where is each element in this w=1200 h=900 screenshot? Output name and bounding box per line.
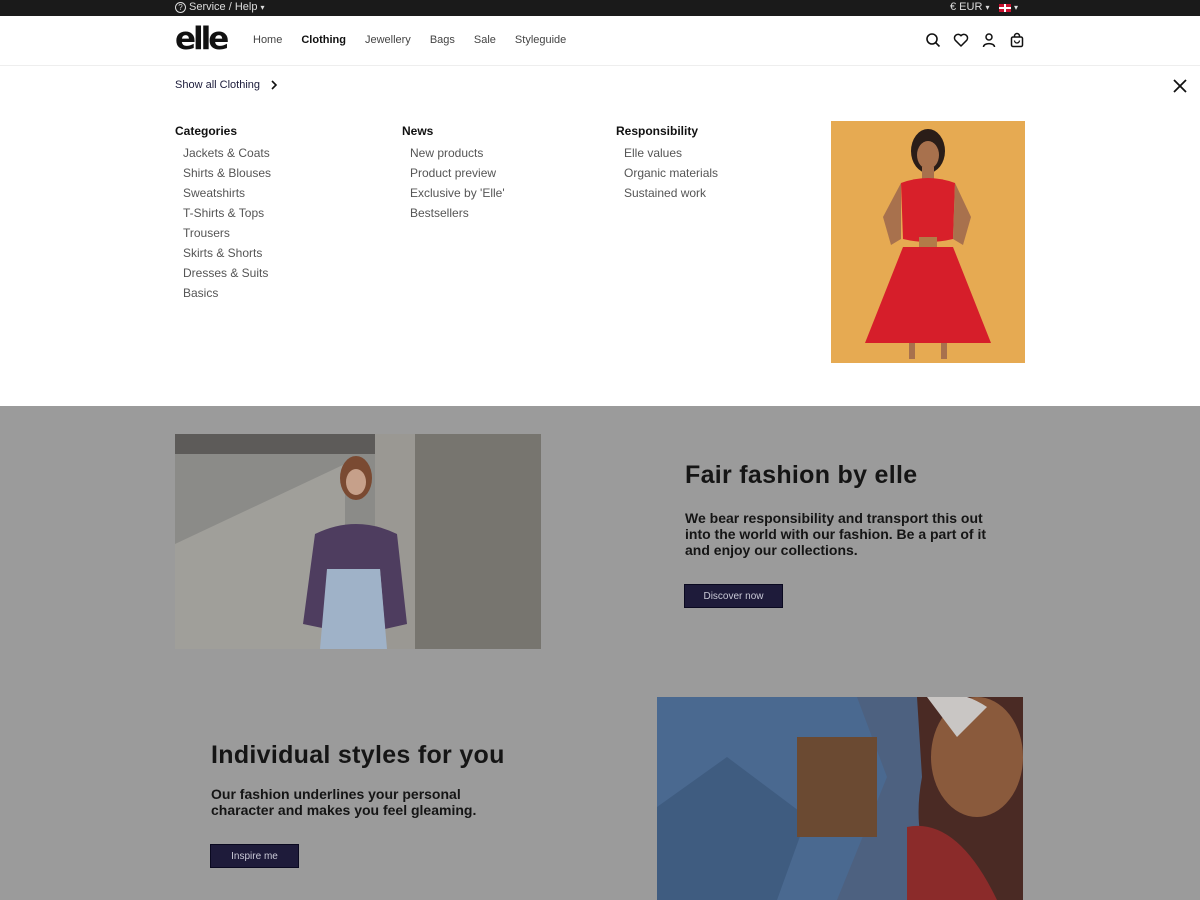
column-title: Responsibility <box>616 124 699 138</box>
menu-item[interactable]: Basics <box>183 285 271 305</box>
news-column: News New products Product preview Exclus… <box>402 124 505 225</box>
heart-icon[interactable] <box>953 32 969 48</box>
menu-item[interactable]: Elle values <box>624 145 718 165</box>
menu-item[interactable]: Trousers <box>183 225 271 245</box>
logo[interactable]: elle <box>175 21 229 57</box>
menu-item[interactable]: New products <box>410 145 505 165</box>
nav-bags[interactable]: Bags <box>430 34 455 46</box>
show-all-clothing-link[interactable]: Show all Clothing <box>175 79 278 91</box>
top-bar: ? Service / Help ▾ € EUR ▾ ▾ <box>0 0 1200 16</box>
chevron-down-icon: ▾ <box>1014 3 1019 12</box>
header-icons <box>925 32 1025 48</box>
help-icon: ? <box>175 1 186 13</box>
responsibility-column: Responsibility Elle values Organic mater… <box>616 124 718 205</box>
menu-item[interactable]: Exclusive by 'Elle' <box>410 185 505 205</box>
menu-item[interactable]: Sustained work <box>624 185 718 205</box>
close-icon <box>1173 79 1187 93</box>
inspire-me-button[interactable]: Inspire me <box>210 844 299 868</box>
fair-fashion-text: We bear responsibility and transport thi… <box>685 510 986 558</box>
language-selector[interactable]: ▾ <box>999 3 1018 12</box>
chevron-right-icon <box>271 80 278 90</box>
menu-item[interactable]: Product preview <box>410 165 505 185</box>
cart-icon[interactable] <box>1009 32 1025 48</box>
nav-clothing[interactable]: Clothing <box>301 34 346 46</box>
nav-sale[interactable]: Sale <box>474 34 496 46</box>
menu-item[interactable]: Dresses & Suits <box>183 265 271 285</box>
menu-item[interactable]: T-Shirts & Tops <box>183 205 271 225</box>
currency-selector[interactable]: € EUR ▾ <box>950 1 989 13</box>
menu-item[interactable]: Jackets & Coats <box>183 145 271 165</box>
chevron-down-icon: ▾ <box>260 2 265 12</box>
menu-item[interactable]: Skirts & Shorts <box>183 245 271 265</box>
site-header: elle Home Clothing Jewellery Bags Sale S… <box>0 16 1200 66</box>
show-all-label: Show all Clothing <box>175 79 260 91</box>
search-icon[interactable] <box>925 32 941 48</box>
fair-fashion-image[interactable] <box>175 434 541 649</box>
nav-styleguide[interactable]: Styleguide <box>515 34 566 46</box>
menu-item[interactable]: Shirts & Blouses <box>183 165 271 185</box>
user-icon[interactable] <box>981 32 997 48</box>
column-title: Categories <box>175 124 238 138</box>
main-nav: Home Clothing Jewellery Bags Sale Styleg… <box>253 34 585 46</box>
individual-styles-image[interactable] <box>657 697 1023 900</box>
nav-home[interactable]: Home <box>253 34 282 46</box>
menu-item[interactable]: Organic materials <box>624 165 718 185</box>
fair-fashion-title: Fair fashion by elle <box>685 461 918 489</box>
service-help-dropdown[interactable]: ? Service / Help ▾ <box>175 1 265 13</box>
discover-now-button[interactable]: Discover now <box>684 584 783 608</box>
service-help-label: Service / Help <box>189 1 258 13</box>
categories-column: Categories Jackets & Coats Shirts & Blou… <box>175 124 271 305</box>
close-menu-button[interactable] <box>1172 78 1188 94</box>
clothing-mega-menu: Show all Clothing Categories Jackets & C… <box>0 66 1200 406</box>
individual-styles-title: Individual styles for you <box>211 741 505 769</box>
uk-flag-icon <box>999 3 1011 12</box>
currency-label: € EUR <box>950 1 983 13</box>
individual-styles-text: Our fashion underlines your personal cha… <box>211 786 477 818</box>
chevron-down-icon: ▾ <box>985 3 990 12</box>
menu-item[interactable]: Sweatshirts <box>183 185 271 205</box>
promo-image-red-dress[interactable] <box>831 121 1025 363</box>
column-title: News <box>402 124 434 138</box>
nav-jewellery[interactable]: Jewellery <box>365 34 411 46</box>
menu-item[interactable]: Bestsellers <box>410 205 505 225</box>
